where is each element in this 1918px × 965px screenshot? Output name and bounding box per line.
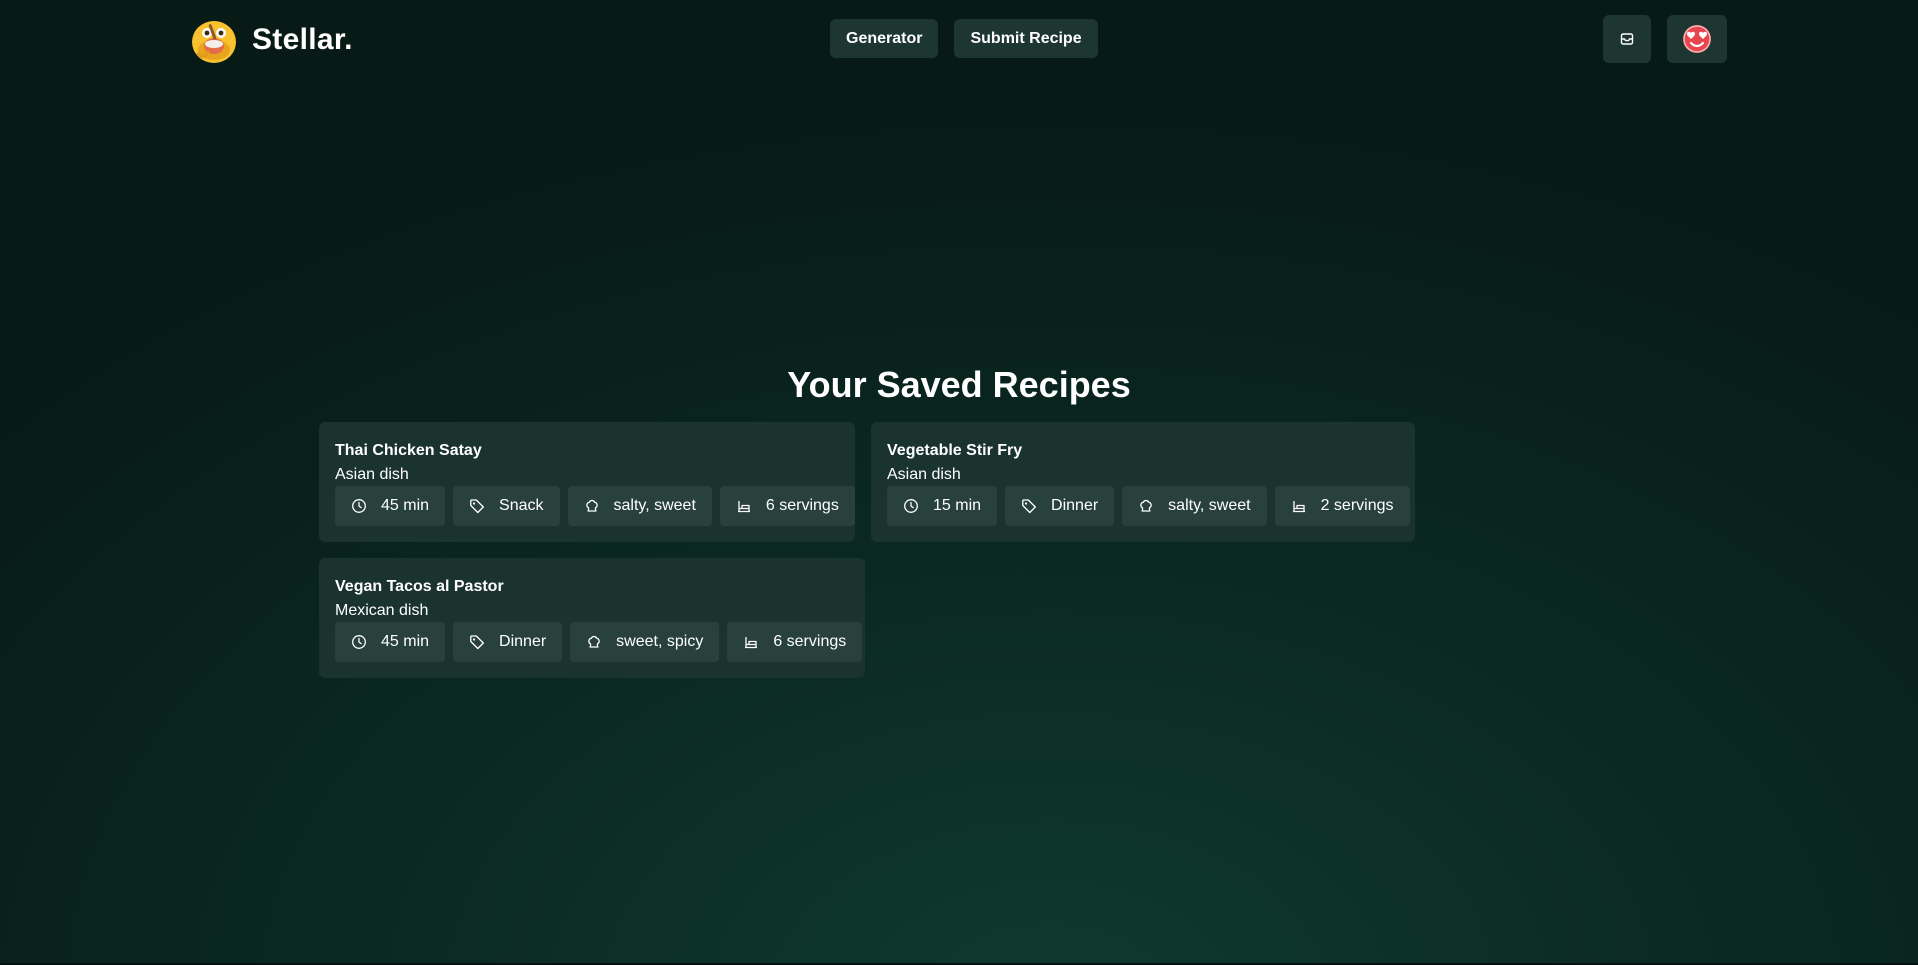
servings-icon [737,501,750,513]
flavor-label: sweet, spicy [616,633,704,650]
chef-hat-icon [585,499,598,512]
top-navbar: Stellar. Generator Submit Recipe [0,0,1918,80]
servings-tag: 2 servings [1274,486,1410,526]
servings-label: 2 servings [1320,497,1394,514]
time-label: 15 min [933,497,982,514]
flavor-tag: salty, sweet [567,486,712,526]
brand-logo[interactable]: Stellar. [190,16,353,64]
meal-label: Dinner [499,633,547,650]
servings-tag: 6 servings [719,486,855,526]
flavor-label: salty, sweet [613,497,696,514]
recipe-tags: 45 min Snack salty, sweet 6 servings [335,486,855,526]
meal-tag: Dinner [453,622,563,662]
meal-label: Snack [499,497,544,514]
recipe-cuisine: Asian dish [887,466,961,483]
flavor-tag: salty, sweet [1122,486,1267,526]
main-nav: Generator Submit Recipe [830,19,1098,58]
servings-label: 6 servings [765,497,839,514]
tag-icon [470,499,484,514]
chef-hat-icon [1140,499,1152,512]
recipe-card[interactable]: Thai Chicken Satay Asian dish 45 min Sna… [319,422,855,542]
recipe-name: Thai Chicken Satay [335,442,482,459]
servings-icon [1292,501,1305,513]
recipe-tags: 15 min Dinner salty, sweet 2 servings [887,486,1410,526]
recipe-card[interactable]: Vegan Tacos al Pastor Mexican dish 45 mi… [319,558,865,678]
tag-icon [1022,499,1036,514]
flavor-label: salty, sweet [1168,497,1251,514]
time-label: 45 min [381,497,430,514]
meal-label: Dinner [1051,497,1099,514]
recipe-cuisine: Mexican dish [335,602,429,619]
meal-tag: Dinner [1005,486,1115,526]
time-label: 45 min [381,633,430,650]
inbox-button[interactable] [1603,15,1651,63]
servings-icon [745,637,758,649]
time-tag: 45 min [335,486,446,526]
avatar-icon [1683,25,1711,53]
servings-label: 6 servings [773,633,847,650]
clock-icon [352,499,366,513]
recipe-cuisine: Asian dish [335,466,409,483]
time-tag: 45 min [335,622,446,662]
recipe-card[interactable]: Vegetable Stir Fry Asian dish 15 min Din… [871,422,1415,542]
brand-name: Stellar. [252,23,353,56]
time-tag: 15 min [887,486,998,526]
recipe-tags: 45 min Dinner sweet, spicy 6 servings [335,622,863,662]
page-title: Your Saved Recipes [787,364,1131,405]
generator-button[interactable]: Generator [830,19,939,58]
tag-icon [470,635,484,650]
clock-icon [904,499,918,513]
flavor-tag: sweet, spicy [570,622,720,662]
meal-tag: Snack [453,486,560,526]
clock-icon [352,635,366,649]
logo-emoji-icon [192,21,236,63]
chef-hat-icon [588,635,600,648]
user-avatar-button[interactable] [1667,15,1727,63]
inbox-icon [1620,33,1634,45]
recipe-name: Vegetable Stir Fry [887,442,1023,459]
recipe-name: Vegan Tacos al Pastor [335,578,504,595]
submit-recipe-button[interactable]: Submit Recipe [954,19,1098,58]
servings-tag: 6 servings [727,622,863,662]
